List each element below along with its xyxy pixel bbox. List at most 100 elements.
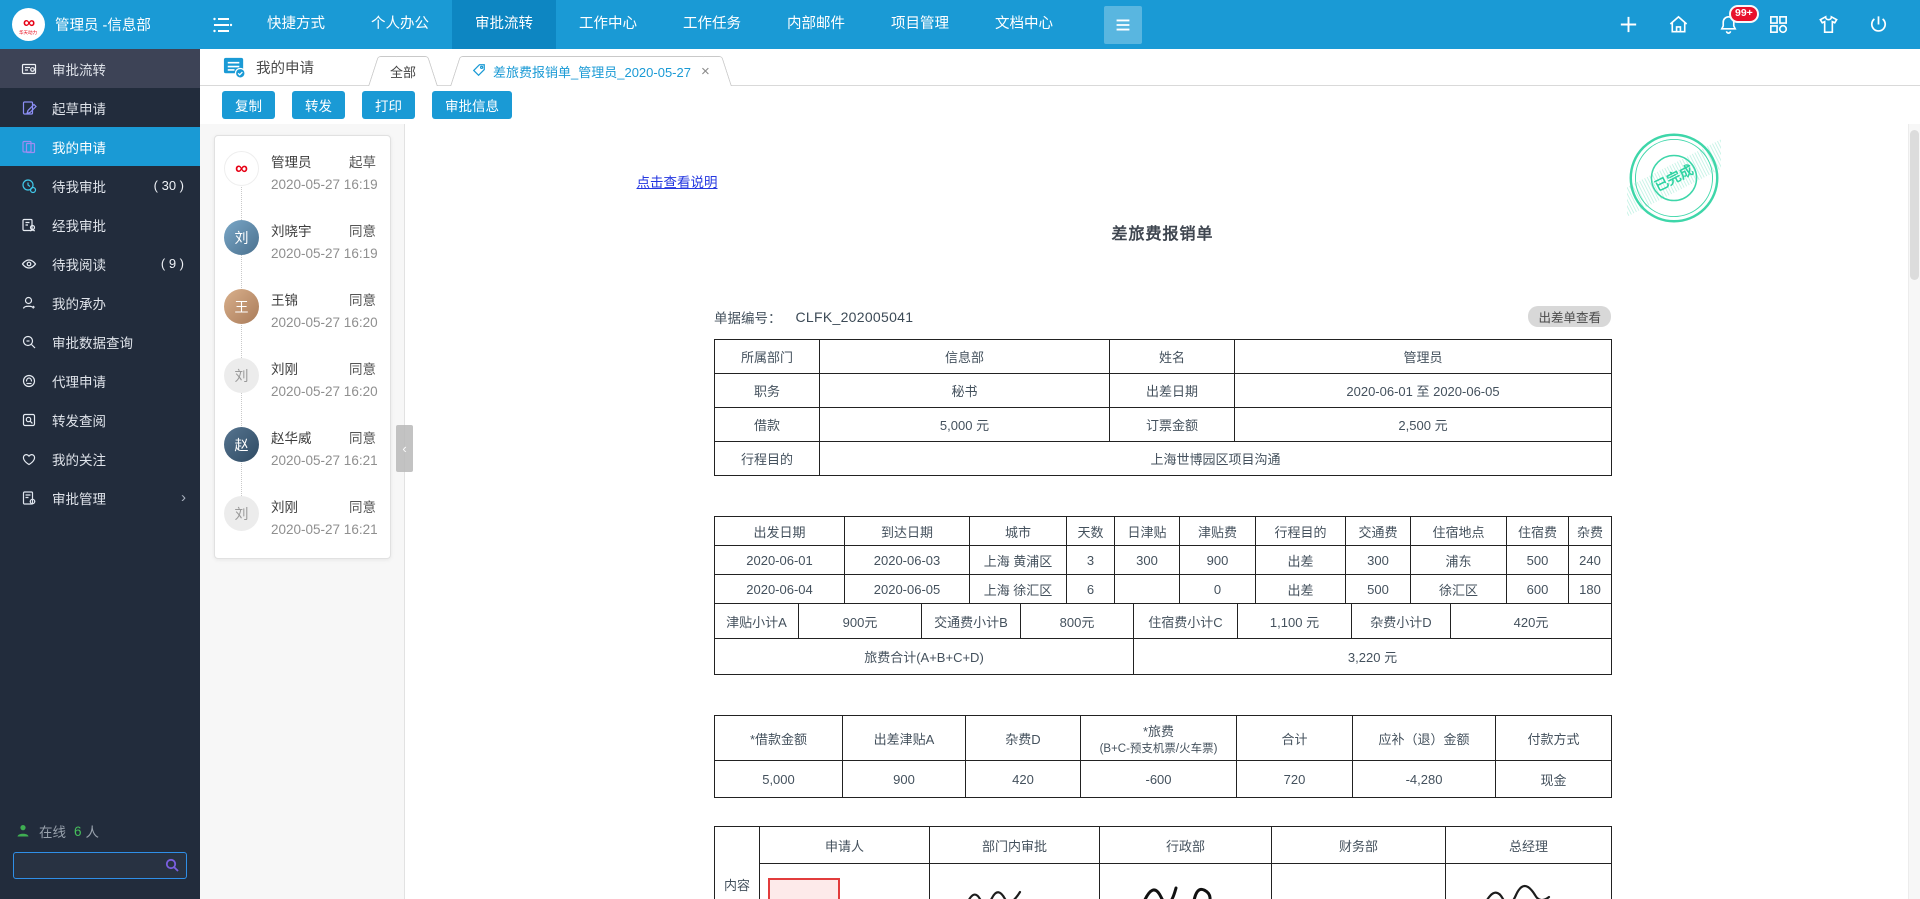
- view-note-link[interactable]: 点击查看说明: [637, 171, 718, 191]
- subtotal-label: 津贴小计A: [714, 603, 799, 639]
- sidebar-item-label: 转发查阅: [52, 413, 106, 429]
- menu-item-3[interactable]: 审批流转: [452, 0, 556, 49]
- sidebar-item-label: 起草申请: [52, 101, 106, 117]
- subtotal-table: 津贴小计A 900元 交通费小计B 800元 住宿费小计C 1,100 元杂费小计D 420…: [714, 603, 1612, 639]
- column-header: 杂费: [1568, 516, 1612, 546]
- subtotal-value: 1,100 元: [1237, 603, 1352, 639]
- timeline-item-header: 刘刚 同意: [271, 358, 378, 378]
- topbar: ∞ 华天动力 管理员 -信息部 快捷方式 个人办公 审批流转 工作中心 工作任务 内部邮件…: [0, 0, 1920, 49]
- summary-table: *借款金额 出差津贴A 杂费D *旅费 (B+C-预支机票/火车票) 合计 应补（退）金额 付…: [714, 715, 1612, 798]
- column-header: *旅费 (B+C-预支机票/火车票): [1080, 715, 1237, 761]
- sidebar-item-10[interactable]: 转发查阅: [0, 400, 200, 439]
- toolbar: 复制 转发 打印 审批信息: [200, 86, 1920, 124]
- sidebar-toggle-icon[interactable]: [200, 0, 244, 49]
- tab-label: 全部: [390, 64, 417, 80]
- menu-item-7[interactable]: 项目管理: [868, 0, 972, 49]
- tag-icon: [472, 63, 486, 80]
- tab-all[interactable]: 全部: [382, 56, 425, 86]
- approval-signature-table: 内容 申请人 部门内审批 行政部 财务部 总经理: [714, 826, 1612, 899]
- sidebar-search-input[interactable]: [13, 852, 187, 879]
- approver-name: 刘刚: [271, 362, 298, 377]
- page-title-text: 我的申请: [256, 60, 314, 77]
- approval-info-button[interactable]: 审批信息: [432, 91, 512, 119]
- apps-icon[interactable]: [1767, 13, 1790, 36]
- manage-icon: [21, 490, 39, 506]
- signature-dept-icon: [967, 890, 1021, 899]
- power-icon[interactable]: [1867, 13, 1890, 36]
- sidebar-item-9[interactable]: 代理申请: [0, 361, 200, 400]
- data-cell: 900: [842, 760, 966, 798]
- sidebar-item-7[interactable]: 我的承办: [0, 283, 200, 322]
- data-cell: 420: [965, 760, 1081, 798]
- vertical-scrollbar: [1908, 124, 1920, 899]
- menu-item-8[interactable]: 文档中心: [972, 0, 1076, 49]
- column-header: 杂费D: [965, 715, 1081, 761]
- data-cell: 0: [1179, 574, 1256, 604]
- sidebar-item-2[interactable]: 起草申请: [0, 88, 200, 127]
- sidebar-item-8[interactable]: 审批数据查询: [0, 322, 200, 361]
- search-icon[interactable]: [164, 857, 180, 873]
- main-layout: 审批流转 起草申请 我的申请 待我审批( 30 ) 经我审批 待我阅读( 9 ) 我的承办审…: [0, 49, 1920, 899]
- field-label: 订票金额: [1109, 407, 1235, 442]
- column-header: 住宿地点: [1410, 516, 1507, 546]
- online-user-icon: [17, 825, 29, 837]
- field-label: 出差日期: [1109, 373, 1235, 408]
- sidebar-item-6[interactable]: 待我阅读 ( 9 ): [0, 244, 200, 283]
- table-row: 职务 秘书 出差日期 2020-06-01 至 2020-06-05: [714, 373, 1612, 408]
- view-trip-order-button[interactable]: 出差单查看: [1528, 306, 1611, 327]
- sidebar-item-12[interactable]: 审批管理 ›: [0, 478, 200, 517]
- timeline-item-header: 王锦 同意: [271, 289, 378, 309]
- sidebar-item-4[interactable]: 待我审批 ( 30 ): [0, 166, 200, 205]
- sidebar-item-11[interactable]: 我的关注: [0, 439, 200, 478]
- sidebar-item-label: 待我审批: [52, 179, 106, 195]
- header-line: 出差津贴A: [873, 731, 935, 747]
- close-tab-icon[interactable]: ×: [701, 63, 710, 80]
- sidebar-item-3[interactable]: 我的申请: [0, 127, 200, 166]
- column-header: 日津贴: [1114, 516, 1180, 546]
- timeline-item-1[interactable]: ∞ 管理员 起草 2020-05-27 16:19: [215, 142, 390, 211]
- approval-time: 2020-05-27 16:19: [271, 246, 378, 261]
- sidebar-item-1[interactable]: 审批流转: [0, 49, 200, 88]
- brand: ∞ 华天动力 管理员 -信息部: [0, 8, 200, 41]
- theme-icon[interactable]: [1817, 13, 1840, 36]
- timeline-item-3[interactable]: 王王锦 同意 2020-05-27 16:20: [215, 280, 390, 349]
- logo-company-text: 华天动力: [19, 29, 38, 36]
- column-header: 合计: [1236, 715, 1353, 761]
- online-suffix: 人: [85, 825, 100, 840]
- timeline-item-4[interactable]: 刘刘刚 同意 2020-05-27 16:20: [215, 349, 390, 418]
- timeline-item-5[interactable]: 赵赵华威 同意 2020-05-27 16:21: [215, 418, 390, 487]
- copy-button[interactable]: 复制: [222, 91, 275, 119]
- menu-item-6[interactable]: 内部邮件: [764, 0, 868, 49]
- column-header: 付款方式: [1495, 715, 1612, 761]
- column-header: 住宿费: [1506, 516, 1569, 546]
- document-area: 点击查看说明 差旅费报销单 已完成 单据编号： CLFK_202005041 出…: [405, 124, 1920, 899]
- data-cell: 2020-06-04: [714, 574, 845, 604]
- home-icon[interactable]: [1667, 13, 1690, 36]
- menu-item-2[interactable]: 个人办公: [348, 0, 452, 49]
- scrollbar-thumb[interactable]: [1910, 130, 1919, 280]
- collapse-panel-button[interactable]: ‹: [396, 425, 413, 472]
- data-cell: 上海 徐汇区: [969, 574, 1067, 604]
- menu-item-4[interactable]: 工作中心: [556, 0, 660, 49]
- row-group-label: 内容: [714, 826, 760, 899]
- tab-document[interactable]: 差旅费报销单_管理员_2020-05-27 ×: [464, 56, 718, 86]
- field-value: 管理员: [1234, 339, 1612, 374]
- data-cell: 上海 黄浦区: [969, 545, 1067, 575]
- plus-icon[interactable]: [1617, 13, 1640, 36]
- sidebar-item-5[interactable]: 经我审批: [0, 205, 200, 244]
- menu-item-5[interactable]: 工作任务: [660, 0, 764, 49]
- column-header: 出发日期: [714, 516, 845, 546]
- trip-detail-table: 出发日期 到达日期 城市 天数 日津贴 津贴费 行程目的 交通费 住宿地点 住宿费 杂费 2020-0…: [714, 516, 1612, 604]
- print-button[interactable]: 打印: [362, 91, 415, 119]
- bell-icon[interactable]: 99+: [1717, 5, 1759, 36]
- trip-table-wrap: 出发日期 到达日期 城市 天数 日津贴 津贴费 行程目的 交通费 住宿地点 住宿费 杂费 2020-0…: [714, 516, 1612, 675]
- menu-item-1[interactable]: 快捷方式: [244, 0, 348, 49]
- sidebar-item-label: 经我审批: [52, 218, 106, 234]
- timeline-item-6[interactable]: 刘刘刚 同意 2020-05-27 16:21: [215, 487, 390, 556]
- menu-expand-button[interactable]: [1104, 5, 1142, 44]
- timeline-item-2[interactable]: 刘刘晓宇 同意 2020-05-27 16:19: [215, 211, 390, 280]
- sidebar-footer: 在线 6 人: [0, 821, 200, 899]
- my-apply-doc-icon: [223, 57, 246, 79]
- person-icon: [21, 295, 39, 311]
- forward-button[interactable]: 转发: [292, 91, 345, 119]
